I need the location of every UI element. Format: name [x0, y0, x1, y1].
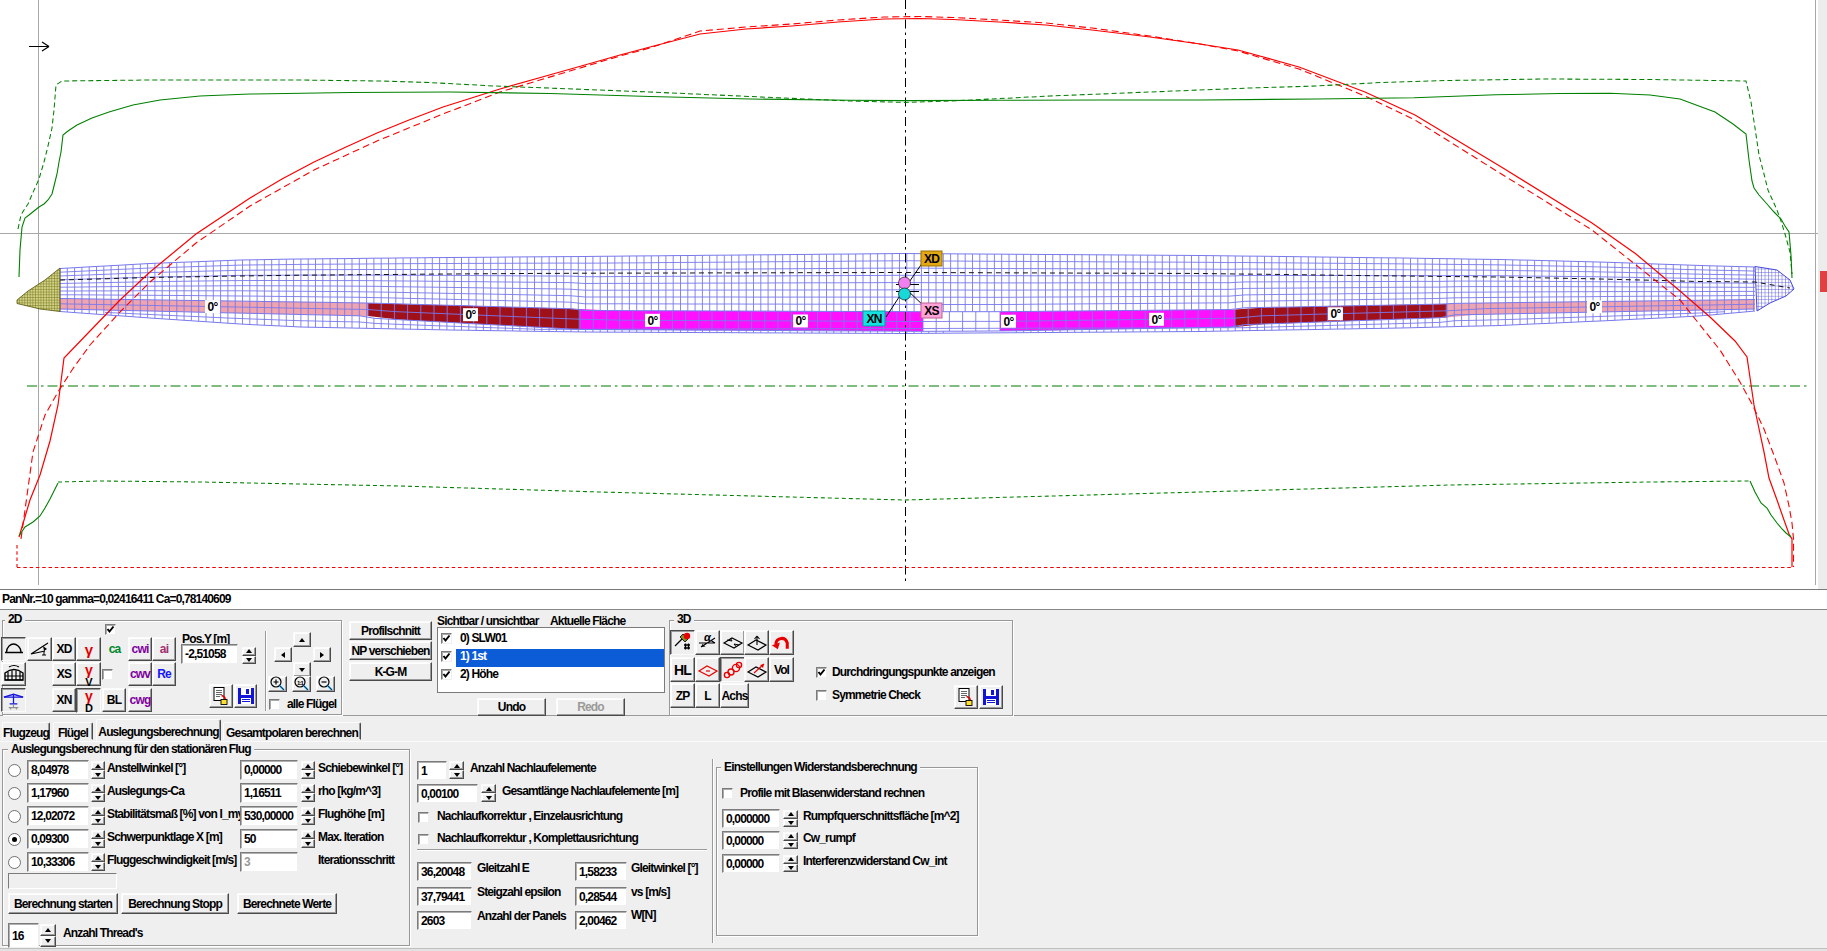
svg-text:1:1: 1:1	[297, 680, 305, 686]
